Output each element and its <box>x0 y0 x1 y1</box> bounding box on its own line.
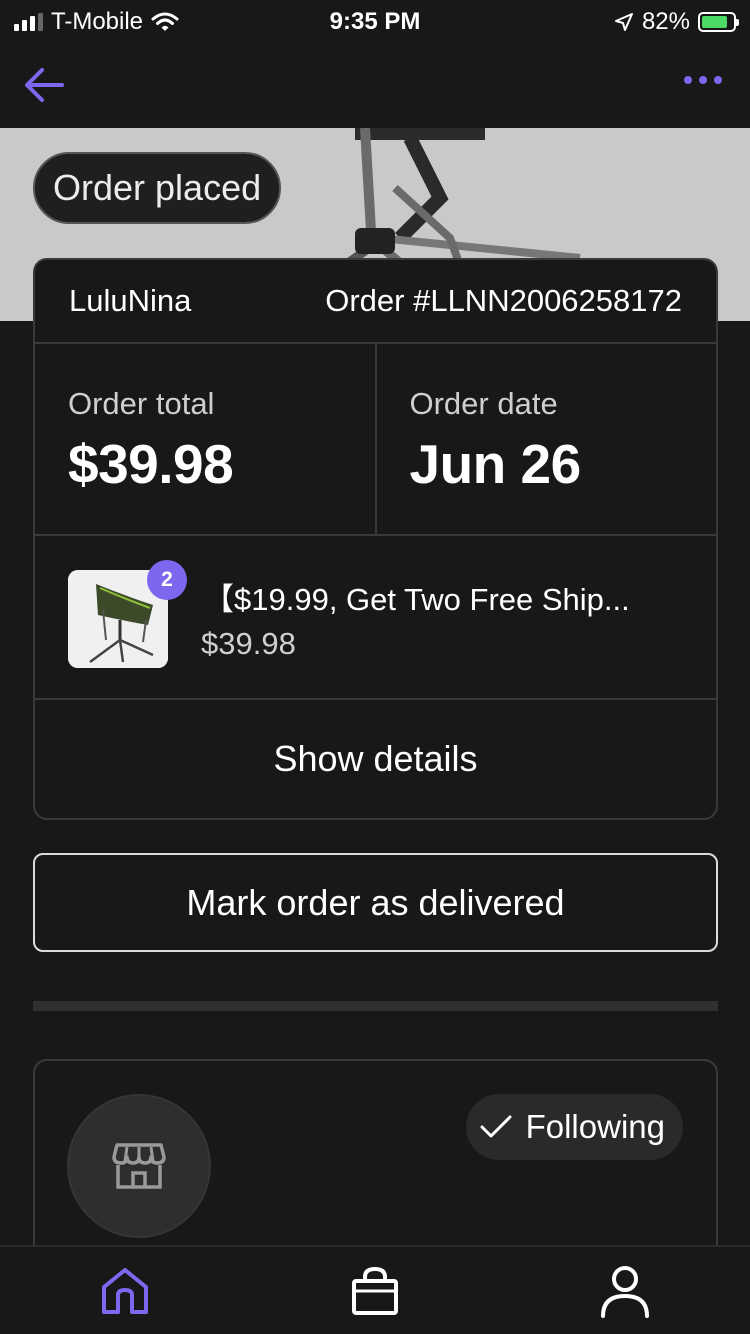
order-date-section: Order date Jun 26 <box>374 344 717 534</box>
person-icon <box>601 1266 649 1318</box>
order-card: LuluNina Order #LLNN2006258172 Order tot… <box>33 258 718 820</box>
order-date-label: Order date <box>409 386 558 421</box>
section-divider <box>33 1001 718 1011</box>
back-button[interactable] <box>22 62 68 108</box>
order-card-header: LuluNina Order #LLNN2006258172 <box>35 260 716 344</box>
shopping-bag-icon <box>352 1266 398 1315</box>
order-item-row[interactable]: 2 【$19.99, Get Two Free Ship... $39.98 <box>35 536 716 700</box>
item-title: 【$19.99, Get Two Free Ship... <box>203 582 630 617</box>
item-price: $39.98 <box>201 626 296 661</box>
order-total-label: Order total <box>68 386 215 421</box>
tab-home[interactable] <box>95 1261 155 1321</box>
mark-delivered-button[interactable]: Mark order as delivered <box>33 853 718 952</box>
tab-orders[interactable] <box>345 1261 405 1321</box>
more-dots-icon <box>684 76 692 84</box>
battery-icon <box>698 12 739 32</box>
status-bar-right: 82% <box>614 8 739 36</box>
shop-name[interactable]: LuluNina <box>69 283 191 319</box>
order-summary: Order total $39.98 Order date Jun 26 <box>35 344 716 536</box>
battery-percent: 82% <box>641 8 690 35</box>
tab-profile[interactable] <box>595 1261 655 1321</box>
shop-avatar[interactable] <box>67 1094 211 1238</box>
order-status-badge: Order placed <box>33 152 282 224</box>
order-date-value: Jun 26 <box>409 433 582 495</box>
item-quantity-badge: 2 <box>147 560 187 600</box>
order-number: Order #LLNN2006258172 <box>325 283 682 318</box>
status-bar: T-Mobile 9:35 PM 82% <box>0 0 750 42</box>
store-icon <box>112 1143 166 1189</box>
arrow-left-icon <box>25 68 64 102</box>
order-total-value: $39.98 <box>68 433 234 495</box>
order-total-section: Order total $39.98 <box>35 344 375 534</box>
nav-bar <box>0 42 750 128</box>
following-button[interactable]: Following <box>465 1094 683 1160</box>
following-label: Following <box>525 1108 665 1145</box>
more-options-button[interactable] <box>684 76 722 84</box>
home-icon <box>102 1268 148 1314</box>
location-arrow-icon <box>614 13 633 31</box>
check-icon <box>480 1115 512 1138</box>
show-details-button[interactable]: Show details <box>35 700 716 818</box>
tab-bar <box>0 1245 750 1334</box>
